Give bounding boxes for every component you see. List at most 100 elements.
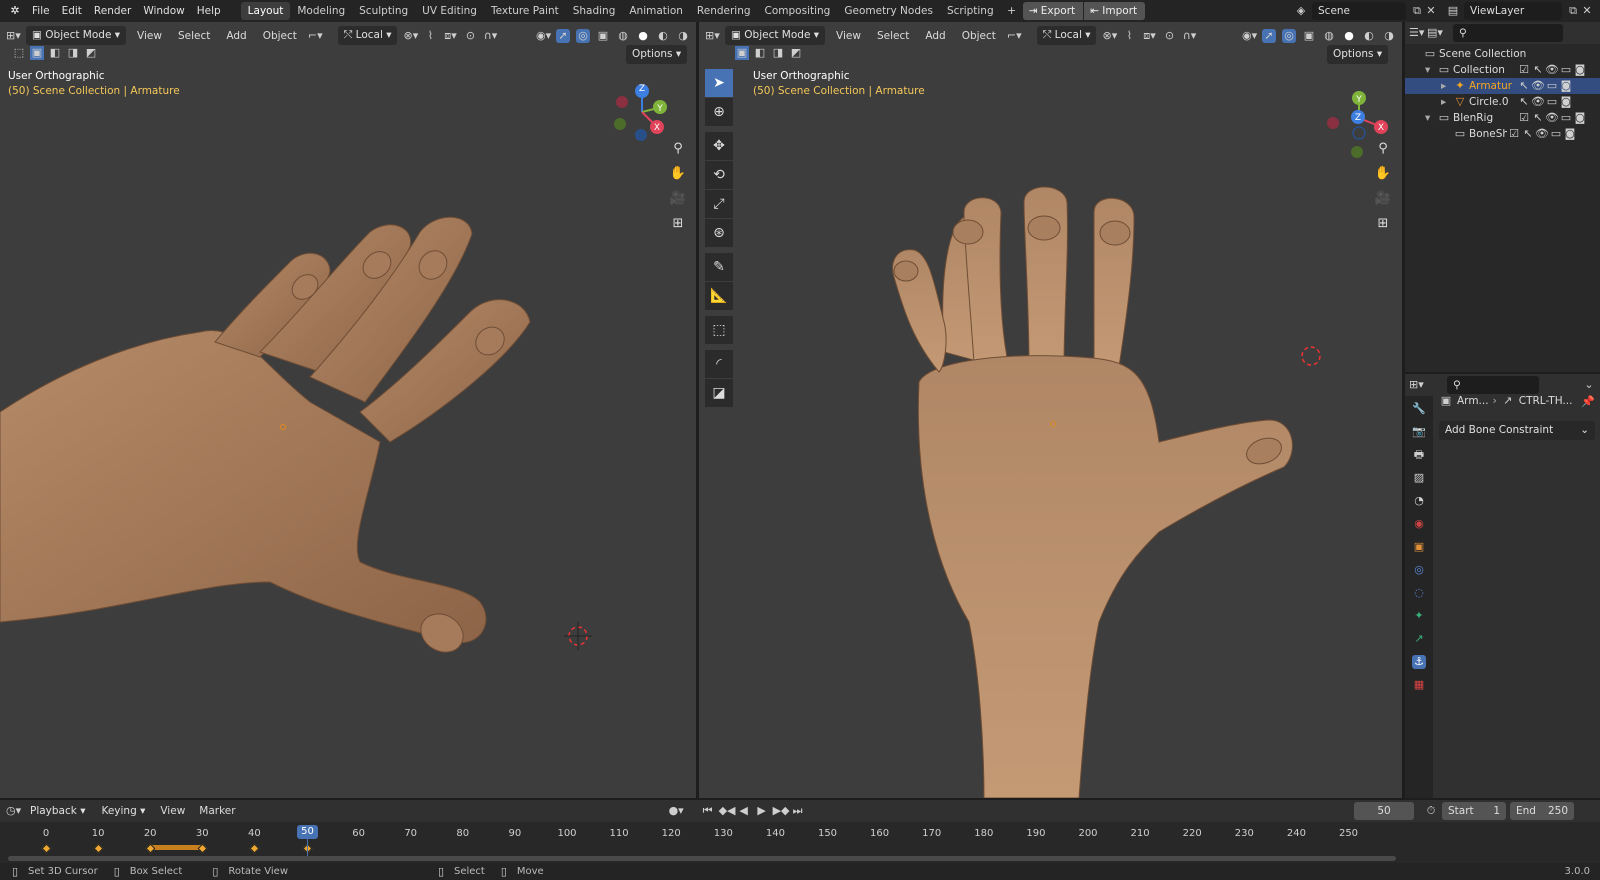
tree-row-blenrig[interactable]: ▾ ▭ BlenRig ☑ ↖ 👁 ▭ ◙: [1405, 110, 1600, 126]
eye-icon[interactable]: 👁: [1531, 95, 1545, 109]
jump-start-icon[interactable]: ⏮: [701, 804, 715, 818]
bone-constraint-tab-icon[interactable]: ⚓: [1412, 655, 1426, 669]
tree-row-armature[interactable]: ▸ ✦ Armatur ↖ 👁 ▭ ◙: [1405, 78, 1600, 94]
menu-view[interactable]: View: [155, 805, 190, 817]
scene-field[interactable]: Scene: [1312, 2, 1406, 20]
tab-uv-editing[interactable]: UV Editing: [415, 2, 484, 20]
tab-sculpting[interactable]: Sculpting: [352, 2, 415, 20]
tree-row-boneshapes[interactable]: ▭BoneSha ☑↖👁▭◙: [1405, 126, 1600, 142]
end-frame-field[interactable]: End 250: [1510, 802, 1574, 820]
import-button[interactable]: ⇤ Import: [1084, 2, 1146, 20]
display-mode-icon[interactable]: ▤▾: [1427, 26, 1443, 40]
select-arrow-icon[interactable]: ↖: [1517, 95, 1531, 109]
record-icon[interactable]: ●▾: [669, 804, 684, 818]
scene-tab-icon[interactable]: ◔: [1412, 494, 1426, 508]
tab-animation[interactable]: Animation: [622, 2, 690, 20]
menu-edit[interactable]: Edit: [56, 0, 88, 22]
tab-texture-paint[interactable]: Texture Paint: [484, 2, 566, 20]
eye-icon[interactable]: 👁: [1531, 79, 1545, 93]
delete-scene-icon[interactable]: ✕: [1424, 4, 1438, 18]
tab-shading[interactable]: Shading: [566, 2, 623, 20]
current-frame-field[interactable]: 50: [1354, 802, 1414, 820]
grid-icon[interactable]: ⊞: [1372, 213, 1394, 235]
monitor-icon[interactable]: ▭: [1559, 63, 1573, 77]
3d-cursor-icon[interactable]: [564, 622, 592, 650]
camera-icon[interactable]: 🎥: [1372, 188, 1394, 210]
export-button[interactable]: ⇥ Export: [1022, 2, 1084, 20]
hand-model-left[interactable]: Z Y X: [0, 22, 696, 798]
playhead-frame[interactable]: 50: [297, 825, 318, 839]
grid-icon[interactable]: ⊞: [667, 213, 689, 235]
keyframe-marker[interactable]: [93, 843, 104, 854]
checkbox-icon[interactable]: ☑: [1517, 63, 1531, 77]
clock-editor-icon[interactable]: ◷▾: [6, 804, 21, 818]
hand-model-right[interactable]: Y Z X: [699, 22, 1402, 798]
timeline-scrollbar[interactable]: [8, 856, 1396, 861]
world-tab-icon[interactable]: ◉: [1412, 517, 1426, 531]
bone-tab-icon[interactable]: ↗: [1412, 632, 1426, 646]
tab-rendering[interactable]: Rendering: [690, 2, 758, 20]
tab-geometry-nodes[interactable]: Geometry Nodes: [837, 2, 940, 20]
tree-row-scene-collection[interactable]: ▭ Scene Collection: [1405, 46, 1600, 62]
menu-marker[interactable]: Marker: [194, 805, 240, 817]
playback-dropdown[interactable]: Playback ▾: [24, 802, 91, 821]
texture-tab-icon[interactable]: ▦: [1412, 678, 1426, 692]
view-layer-icon[interactable]: ▤: [1446, 4, 1460, 18]
eye-icon[interactable]: 👁: [1545, 111, 1559, 125]
play-reverse-icon[interactable]: ◀: [737, 804, 751, 818]
tab-layout[interactable]: Layout: [240, 2, 291, 20]
output-tab-icon[interactable]: 🖶: [1412, 448, 1426, 462]
select-arrow-icon[interactable]: ↖: [1531, 63, 1545, 77]
keyframe-marker[interactable]: [41, 843, 52, 854]
chevron-down-icon[interactable]: ⌄: [1582, 378, 1596, 392]
3d-cursor-icon[interactable]: [1301, 346, 1321, 366]
properties-search[interactable]: ⚲: [1447, 376, 1539, 394]
add-bone-constraint-dropdown[interactable]: Add Bone Constraint ⌄: [1439, 421, 1595, 440]
editor-type-icon[interactable]: ☰▾: [1409, 26, 1424, 40]
monitor-icon[interactable]: ▭: [1559, 111, 1573, 125]
jump-end-icon[interactable]: ⏭: [791, 804, 805, 818]
stopwatch-icon[interactable]: ⏱: [1424, 804, 1438, 818]
next-keyframe-icon[interactable]: ▶◆: [773, 804, 790, 818]
checkbox-icon[interactable]: ☑: [1517, 111, 1531, 125]
new-scene-icon[interactable]: ⧉: [1410, 4, 1424, 18]
tree-row-circle[interactable]: ▸ ▽ Circle.0 ↖ 👁 ▭ ◙: [1405, 94, 1600, 110]
new-view-layer-icon[interactable]: ⧉: [1566, 4, 1580, 18]
select-arrow-icon[interactable]: ↖: [1531, 111, 1545, 125]
eye-icon[interactable]: 👁: [1545, 63, 1559, 77]
keyframe-marker[interactable]: [145, 843, 156, 854]
select-arrow-icon[interactable]: ↖: [1517, 79, 1531, 93]
zoom-icon[interactable]: ⚲: [667, 138, 689, 160]
menu-render[interactable]: Render: [88, 0, 137, 22]
select-arrow-icon[interactable]: ↖: [1521, 127, 1535, 141]
menu-window[interactable]: Window: [137, 0, 190, 22]
pan-hand-icon[interactable]: ✋: [1372, 163, 1394, 185]
render-camera-icon[interactable]: ◙: [1573, 111, 1587, 125]
viewport-left[interactable]: ⊞▾ ▣ Object Mode ▾ View Select Add Objec…: [0, 22, 696, 798]
tool-tab-icon[interactable]: 🔧: [1412, 402, 1426, 416]
view-layer-field[interactable]: ViewLayer: [1464, 2, 1562, 20]
render-camera-icon[interactable]: ◙: [1559, 79, 1573, 93]
add-workspace-icon[interactable]: +: [1005, 4, 1019, 18]
render-camera-icon[interactable]: ◙: [1563, 127, 1577, 141]
pin-icon[interactable]: 📌: [1581, 395, 1595, 409]
pan-hand-icon[interactable]: ✋: [667, 163, 689, 185]
view-layer-tab-icon[interactable]: ▨: [1412, 471, 1426, 485]
checkbox-icon[interactable]: ☑: [1507, 127, 1521, 141]
keyframe-marker[interactable]: [249, 843, 260, 854]
object-tab-icon[interactable]: ▣: [1412, 540, 1426, 554]
monitor-icon[interactable]: ▭: [1545, 79, 1559, 93]
prev-keyframe-icon[interactable]: ◆◀: [719, 804, 736, 818]
viewport-right[interactable]: ⊞▾ ▣ Object Mode ▾ View Select Add Objec…: [699, 22, 1402, 798]
render-camera-icon[interactable]: ◙: [1573, 63, 1587, 77]
tab-compositing[interactable]: Compositing: [758, 2, 838, 20]
play-icon[interactable]: ▶: [755, 804, 769, 818]
camera-icon[interactable]: 🎥: [667, 188, 689, 210]
delete-view-layer-icon[interactable]: ✕: [1580, 4, 1594, 18]
tab-modeling[interactable]: Modeling: [290, 2, 352, 20]
editor-type-icon[interactable]: ⊞▾: [1409, 378, 1424, 392]
eye-icon[interactable]: 👁: [1535, 127, 1549, 141]
monitor-icon[interactable]: ▭: [1549, 127, 1563, 141]
modifier-tab-icon[interactable]: ◎: [1412, 563, 1426, 577]
tab-scripting[interactable]: Scripting: [940, 2, 1001, 20]
